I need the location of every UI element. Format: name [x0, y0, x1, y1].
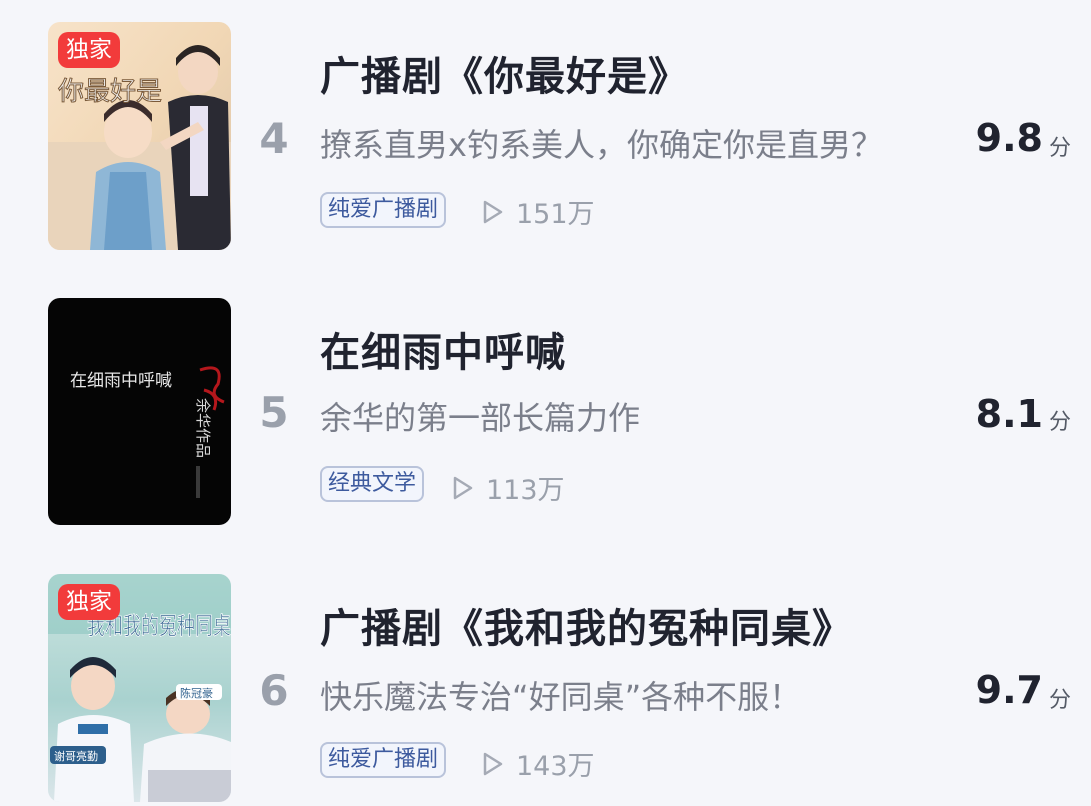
category-tag[interactable]: 纯爱广播剧 — [320, 742, 447, 778]
play-outline-icon — [453, 476, 473, 499]
play-outline-icon — [483, 200, 503, 223]
rating-unit: 分 — [1048, 410, 1071, 435]
play-count-value: 143万 — [516, 751, 595, 782]
rank-number: 5 — [259, 388, 289, 437]
list-item[interactable]: 我和我的冤种同桌 陈冠豪 谢哥亮勤 独家 6 广播剧《我和我的冤种同桌》 快乐魔… — [0, 574, 1091, 804]
cover-title-art: 你最好是 — [58, 77, 162, 107]
exclusive-badge: 独家 — [58, 584, 120, 620]
cover-title-art: 在细雨中呼喊 — [70, 371, 172, 391]
item-title[interactable]: 广播剧《我和我的冤种同桌》 — [320, 596, 853, 654]
category-tag[interactable]: 纯爱广播剧 — [320, 192, 447, 228]
rating-score: 9.8 — [975, 116, 1043, 160]
item-title[interactable]: 在细雨中呼喊 — [320, 320, 566, 378]
item-description: 撩系直男x钓系美人，你确定你是直男？ — [320, 126, 883, 164]
play-outline-icon — [483, 752, 503, 775]
play-count: 151万 — [482, 192, 595, 231]
item-description: 余华的第一部长篇力作 — [320, 399, 641, 437]
cover-cast-label: 谢哥亮勤 — [54, 749, 98, 763]
list-item[interactable]: 在细雨中呼喊 余华作品 5 在细雨中呼喊 余华的第一部长篇力作 经典文学 113… — [0, 298, 1091, 528]
play-count: 143万 — [482, 744, 595, 783]
rating-score: 9.7 — [975, 668, 1043, 712]
rating-unit: 分 — [1048, 688, 1071, 713]
cover-author-art: 余华作品 — [194, 398, 212, 458]
rating-score: 8.1 — [975, 392, 1043, 436]
cover-image[interactable]: 在细雨中呼喊 余华作品 — [48, 298, 231, 525]
play-count-value: 151万 — [516, 199, 595, 230]
category-tag[interactable]: 经典文学 — [320, 466, 425, 502]
list-item[interactable]: 你最好是 独家 4 广播剧《你最好是》 撩系直男x钓系美人，你确定你是直男？ 纯… — [0, 22, 1091, 252]
rating-unit: 分 — [1048, 136, 1071, 161]
rank-number: 6 — [259, 666, 289, 715]
item-title[interactable]: 广播剧《你最好是》 — [320, 44, 689, 102]
item-description: 快乐魔法专治“好同桌”各种不服！ — [320, 678, 802, 716]
cover-image[interactable]: 我和我的冤种同桌 陈冠豪 谢哥亮勤 独家 — [48, 574, 231, 802]
cover-cast-label: 陈冠豪 — [180, 686, 213, 700]
play-count: 113万 — [452, 468, 565, 507]
exclusive-badge: 独家 — [58, 32, 120, 68]
cover-image[interactable]: 你最好是 独家 — [48, 22, 231, 250]
rank-number: 4 — [259, 114, 289, 163]
play-count-value: 113万 — [486, 475, 565, 506]
